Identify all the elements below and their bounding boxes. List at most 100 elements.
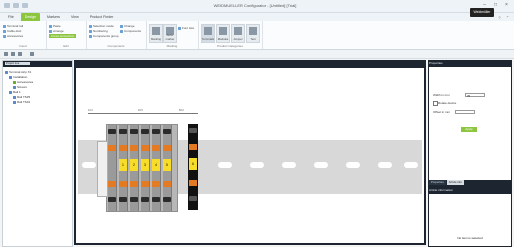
release-lever bbox=[152, 145, 160, 151]
arrange-button[interactable]: Arrange bbox=[49, 29, 64, 33]
rail-slot bbox=[250, 162, 264, 168]
tab-markers[interactable]: Markers bbox=[43, 13, 64, 21]
components-icon bbox=[120, 29, 123, 33]
tree-item[interactable]: Installation bbox=[9, 75, 27, 79]
numbering-icon bbox=[89, 29, 92, 33]
jumper-category-button[interactable]: Jumper bbox=[231, 24, 245, 43]
push-in-port bbox=[108, 197, 116, 202]
dimension-label: 50.0 bbox=[179, 109, 184, 112]
tab-view[interactable]: View bbox=[67, 13, 83, 21]
tab-product-finder[interactable]: Product Finder bbox=[86, 13, 118, 21]
toolbar bbox=[0, 50, 514, 59]
marking-button[interactable]: Marking bbox=[149, 24, 163, 43]
release-lever bbox=[163, 181, 171, 187]
terminal-marker[interactable]: 4 bbox=[152, 159, 160, 171]
tab-file[interactable]: File bbox=[4, 13, 18, 21]
jumper-icon bbox=[234, 27, 242, 35]
apply-button[interactable]: Apply bbox=[461, 127, 477, 132]
push-in-port bbox=[163, 197, 171, 202]
numbering-button[interactable]: Numbering bbox=[89, 29, 108, 33]
paste-button[interactable]: Paste bbox=[49, 24, 61, 28]
push-in-port bbox=[152, 197, 160, 202]
dimension-line bbox=[88, 113, 198, 114]
article-info-header: Article information bbox=[429, 188, 454, 192]
end-terminal-marker[interactable]: 6 bbox=[189, 158, 197, 170]
pin-icon[interactable]: ⌃ bbox=[505, 15, 510, 20]
group-label-marking: Marking bbox=[166, 44, 178, 48]
terminal-marker[interactable]: 1 bbox=[119, 159, 127, 171]
cross-connection-button[interactable]: Cross-connection bbox=[49, 34, 77, 38]
accessories-tree-icon bbox=[13, 80, 16, 84]
rail-slot bbox=[218, 162, 232, 168]
module-icon bbox=[219, 27, 227, 35]
release-lever bbox=[163, 145, 171, 151]
modules-category-button[interactable]: Modules bbox=[216, 24, 230, 43]
font-size-field[interactable]: Font size bbox=[178, 26, 194, 30]
design-canvas[interactable]: 10.0 40.5 50.0 1 2 3 4 5 6 bbox=[76, 68, 424, 243]
panel-tabs: Properties Article info bbox=[429, 180, 511, 186]
terminal-marker[interactable]: 2 bbox=[130, 159, 138, 171]
release-lever bbox=[119, 145, 127, 151]
project-tree-panel: Project tree Terminal strip X1 Installat… bbox=[2, 60, 73, 247]
tab-design[interactable]: Design bbox=[20, 13, 40, 21]
tab-article-info[interactable]: Article info bbox=[446, 180, 464, 185]
terminal-block-group[interactable]: 1 2 3 4 5 bbox=[97, 124, 178, 212]
group-components: Selection mode Numbering Components grou… bbox=[86, 21, 147, 49]
undo-icon[interactable] bbox=[13, 3, 19, 8]
push-in-port bbox=[119, 197, 127, 202]
tree-item[interactable]: Terminal strip X1 bbox=[5, 70, 31, 74]
group-label-components: Components bbox=[107, 44, 125, 48]
push-in-port bbox=[141, 197, 149, 202]
tree-item[interactable]: Rail TS32 bbox=[13, 100, 30, 104]
auto-marker-button[interactable]: Auto-marker bbox=[163, 24, 177, 43]
accessories-button[interactable]: Accessories bbox=[3, 34, 23, 38]
group-marking: Marking Auto-marker Font size Marking bbox=[146, 21, 199, 49]
tree-item[interactable]: Accessories bbox=[13, 80, 33, 84]
selection-mode-button[interactable]: Selection mode bbox=[89, 24, 114, 28]
push-in-port bbox=[130, 129, 138, 134]
tree-item[interactable]: Rail 1 bbox=[9, 90, 21, 94]
test-icon bbox=[249, 27, 257, 35]
strip-icon bbox=[5, 70, 8, 74]
properties-panel: Width in mm 35 Rotate device Offset in m… bbox=[429, 67, 511, 180]
change-button[interactable]: Change bbox=[120, 24, 135, 28]
save-icon[interactable] bbox=[4, 3, 10, 8]
terminal-marker[interactable]: 3 bbox=[141, 159, 149, 171]
group-icon bbox=[89, 34, 92, 38]
ribbon-right-icons: ? ⌃ bbox=[497, 15, 510, 20]
paste-icon bbox=[49, 24, 52, 28]
group-label-insert: Insert bbox=[19, 44, 27, 48]
terminal-rail-button[interactable]: Terminal rail bbox=[3, 24, 23, 28]
end-terminal[interactable]: 6 bbox=[188, 124, 198, 210]
width-input[interactable]: 35 bbox=[465, 93, 485, 98]
tree-header: Project tree bbox=[3, 61, 72, 67]
push-in-port bbox=[119, 129, 127, 134]
terminal-marker[interactable]: 5 bbox=[163, 159, 171, 171]
release-lever bbox=[108, 145, 116, 151]
cable-duct-button[interactable]: Cable duct bbox=[3, 29, 21, 33]
tree-dropdown[interactable]: Project tree bbox=[5, 62, 30, 65]
test-category-button[interactable]: Test bbox=[246, 24, 260, 43]
terminals-category-button[interactable]: Terminals bbox=[201, 24, 215, 43]
end-bracket[interactable] bbox=[97, 141, 108, 197]
tree-item[interactable]: Screws bbox=[13, 85, 27, 89]
group-label-product-categories: Product Categories bbox=[217, 44, 243, 48]
tree-item[interactable]: Rail TS35 bbox=[13, 95, 30, 99]
push-in-port bbox=[141, 129, 149, 134]
tab-properties[interactable]: Properties bbox=[429, 180, 446, 185]
open-icon[interactable] bbox=[11, 52, 15, 56]
components-group-button[interactable]: Components group bbox=[89, 34, 119, 38]
zoom-icon[interactable] bbox=[30, 52, 34, 56]
article-info-panel: No item is selected bbox=[429, 194, 511, 246]
help-icon[interactable]: ? bbox=[497, 15, 502, 20]
redo-icon[interactable] bbox=[22, 3, 28, 8]
dimension-label: 40.5 bbox=[138, 109, 143, 112]
screw-icon bbox=[13, 85, 16, 89]
offset-input[interactable] bbox=[455, 110, 475, 114]
close-button[interactable]: × bbox=[503, 2, 510, 8]
new-icon[interactable] bbox=[4, 52, 8, 56]
release-lever bbox=[108, 181, 116, 187]
components-button[interactable]: Components bbox=[120, 29, 141, 33]
release-lever bbox=[130, 181, 138, 187]
delete-icon[interactable] bbox=[18, 52, 22, 56]
